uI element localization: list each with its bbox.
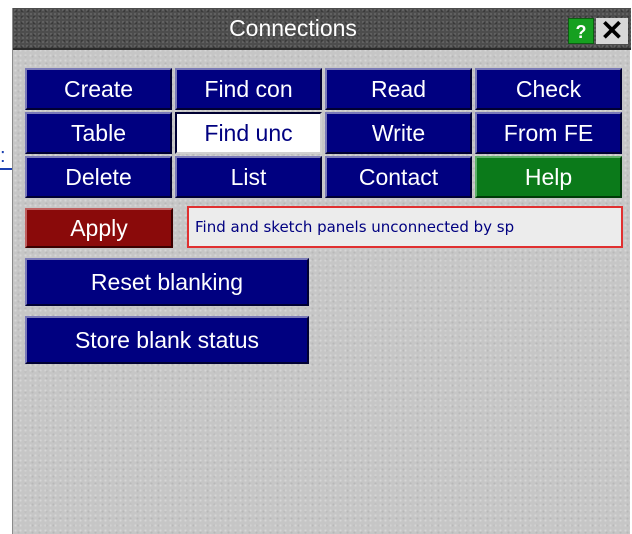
title-bar[interactable]: Connections ? ✕ xyxy=(13,8,631,50)
table-button[interactable]: Table xyxy=(25,112,172,154)
find-con-button[interactable]: Find con xyxy=(175,68,322,110)
find-unc-button[interactable]: Find unc xyxy=(175,112,322,154)
check-button[interactable]: Check xyxy=(475,68,622,110)
from-fe-button[interactable]: From FE xyxy=(475,112,622,154)
apply-button[interactable]: Apply xyxy=(25,208,173,248)
contact-button[interactable]: Contact xyxy=(325,156,472,198)
list-button[interactable]: List xyxy=(175,156,322,198)
read-button[interactable]: Read xyxy=(325,68,472,110)
connections-window: Connections ? ✕ Create Find con Read Che… xyxy=(12,8,631,534)
delete-button[interactable]: Delete xyxy=(25,156,172,198)
page-edge-fragment: : xyxy=(0,146,12,170)
close-icon[interactable]: ✕ xyxy=(596,17,628,45)
reset-blanking-button[interactable]: Reset blanking xyxy=(25,258,309,306)
status-message: Find and sketch panels unconnected by sp xyxy=(187,206,623,248)
store-blank-status-button[interactable]: Store blank status xyxy=(25,316,309,364)
help-button[interactable]: Help xyxy=(475,156,622,198)
window-title: Connections xyxy=(229,15,357,41)
help-icon[interactable]: ? xyxy=(568,18,594,44)
write-button[interactable]: Write xyxy=(325,112,472,154)
create-button[interactable]: Create xyxy=(25,68,172,110)
